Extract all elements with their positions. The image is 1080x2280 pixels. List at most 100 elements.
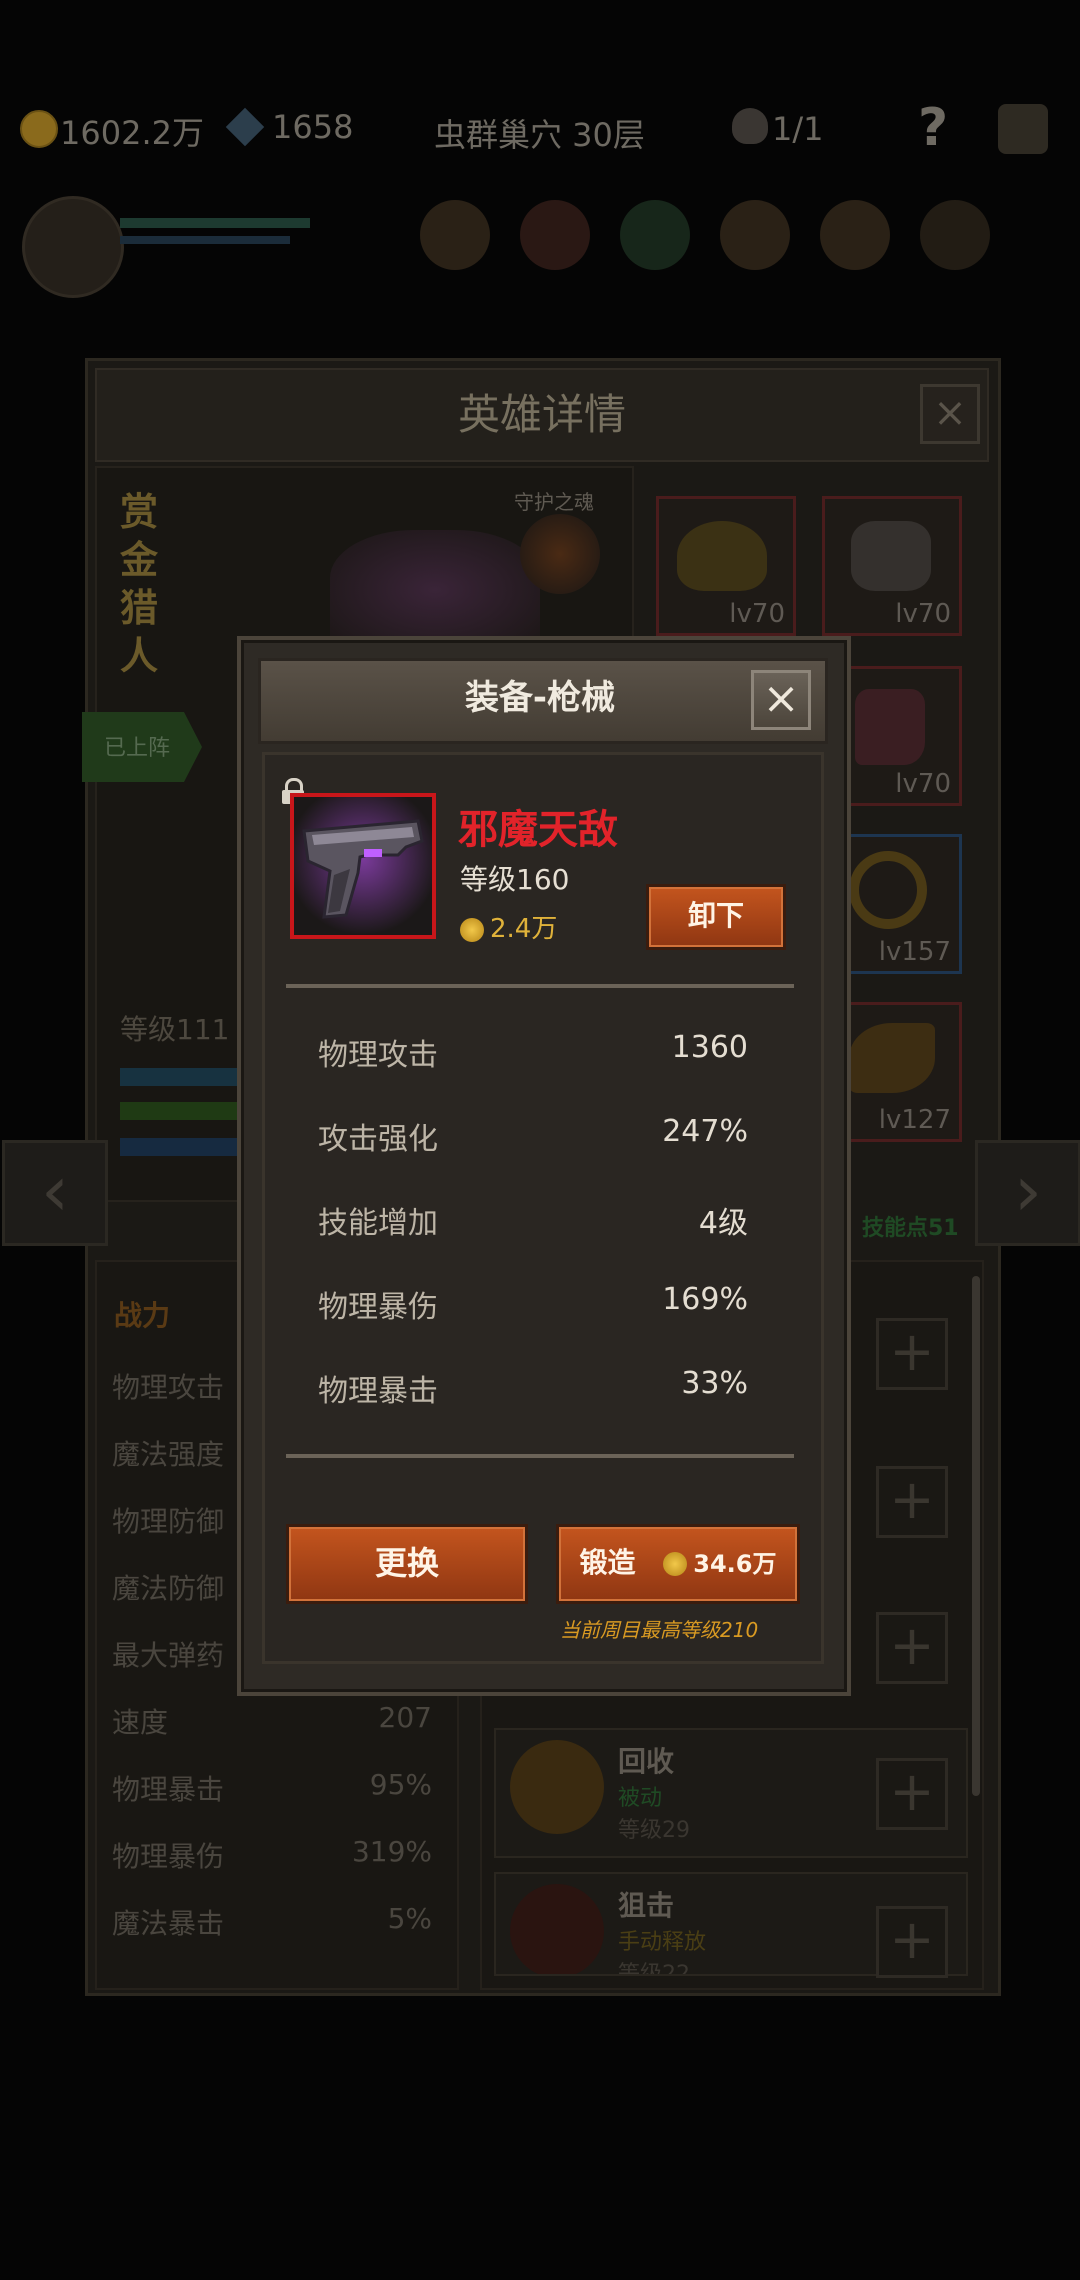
hero-hp-bar bbox=[120, 218, 310, 228]
skull-icon bbox=[732, 108, 768, 144]
hero-name-char: 赏 bbox=[120, 490, 159, 534]
stat-label: 物理暴伤 bbox=[318, 1290, 438, 1325]
stat-value: 247% bbox=[662, 1114, 748, 1149]
item-icon-frame[interactable] bbox=[290, 793, 436, 939]
help-button[interactable]: ? bbox=[918, 98, 948, 158]
forge-button[interactable]: 锻造 34.6万 bbox=[556, 1524, 800, 1604]
max-level-note: 当前周目最高等级210 bbox=[560, 1618, 759, 1642]
skill-upgrade-button[interactable]: + bbox=[876, 1466, 948, 1538]
stat-label: 物理防御 bbox=[112, 1505, 225, 1538]
hero-details-close-button[interactable]: × bbox=[920, 384, 980, 444]
ring-icon bbox=[849, 851, 927, 929]
equip-level: lv70 bbox=[895, 599, 951, 629]
hero-bar-green bbox=[120, 1102, 240, 1120]
divider bbox=[286, 1454, 794, 1458]
skill-level: 等级22 bbox=[618, 1962, 690, 1976]
stat-value: 5% bbox=[387, 1902, 432, 1935]
replace-button[interactable]: 更换 bbox=[286, 1524, 528, 1604]
skill-type: 手动释放 bbox=[618, 1930, 707, 1955]
stat-label: 物理攻击 bbox=[112, 1371, 225, 1404]
armor-icon bbox=[851, 521, 931, 591]
hero-name-char: 金 bbox=[120, 538, 159, 582]
equip-level: lv70 bbox=[729, 599, 785, 629]
skill-name: 狙击 bbox=[618, 1889, 675, 1922]
skills-scrollbar[interactable] bbox=[972, 1276, 980, 1796]
stat-label: 物理暴伤 bbox=[112, 1840, 225, 1873]
skill-name: 回收 bbox=[618, 1745, 675, 1778]
stat-row: 物理暴击 95% bbox=[112, 1768, 432, 1835]
hero-name: 赏 金 猎 人 bbox=[120, 488, 160, 680]
forge-cost: 34.6万 bbox=[693, 1550, 777, 1578]
skill-icon[interactable] bbox=[920, 200, 990, 270]
skill-icon[interactable] bbox=[620, 200, 690, 270]
pet-label: 守护之魂 bbox=[514, 490, 594, 514]
skill-upgrade-button[interactable]: + bbox=[876, 1906, 948, 1978]
boots-icon bbox=[855, 689, 925, 765]
skill-points: 技能点51 bbox=[862, 1216, 959, 1241]
stat-value: 33% bbox=[681, 1366, 748, 1401]
stat-row: 速度 207 bbox=[112, 1701, 432, 1768]
hero-name-char: 人 bbox=[120, 634, 159, 678]
equip-level: lv70 bbox=[895, 769, 951, 799]
skill-icon[interactable] bbox=[420, 200, 490, 270]
stat-value: 4级 bbox=[698, 1206, 748, 1241]
hero-avatar[interactable] bbox=[22, 196, 124, 298]
equip-slot-armor[interactable]: lv70 bbox=[822, 496, 962, 636]
gem-amount: 1658 bbox=[272, 108, 354, 146]
deployed-badge: 已上阵 bbox=[82, 712, 202, 782]
crosshair-icon bbox=[510, 1884, 604, 1974]
item-level: 等级160 bbox=[460, 863, 570, 896]
skill-upgrade-button[interactable]: + bbox=[876, 1612, 948, 1684]
item-name: 邪魔天敌 bbox=[458, 807, 618, 853]
stat-label: 物理攻击 bbox=[318, 1038, 438, 1073]
stat-label: 速度 bbox=[112, 1706, 169, 1739]
equip-slot-helmet[interactable]: lv70 bbox=[656, 496, 796, 636]
skill-level: 等级29 bbox=[618, 1818, 690, 1843]
gold-coin-icon bbox=[20, 110, 58, 148]
gem-icon bbox=[225, 107, 265, 147]
skull-count: 1/1 bbox=[772, 110, 824, 148]
stat-label: 魔法强度 bbox=[112, 1438, 225, 1471]
skill-icon[interactable] bbox=[820, 200, 890, 270]
close-button[interactable]: × bbox=[751, 670, 811, 730]
next-hero-arrow[interactable]: › bbox=[975, 1140, 1080, 1246]
helmet-icon bbox=[677, 521, 767, 591]
hero-details-title: 英雄详情 bbox=[95, 368, 989, 462]
item-price-value: 2.4万 bbox=[490, 914, 558, 944]
gold-amount: 1602.2万 bbox=[60, 114, 204, 152]
feather-icon bbox=[849, 1023, 935, 1093]
stat-label: 攻击强化 bbox=[318, 1122, 438, 1157]
gear-icon bbox=[510, 1740, 604, 1834]
skill-icon[interactable] bbox=[720, 200, 790, 270]
stat-value: 169% bbox=[662, 1282, 748, 1317]
top-resource-bar: 1602.2万 1658 虫群巢穴 30层 1/1 ? bbox=[0, 90, 1080, 170]
deployed-badge-label: 已上阵 bbox=[104, 736, 171, 761]
skill-icon[interactable] bbox=[520, 200, 590, 270]
forge-label: 锻造 bbox=[579, 1546, 636, 1579]
hero-bar-blue bbox=[120, 1068, 240, 1086]
skill-icon-row bbox=[420, 200, 1020, 280]
unequip-button[interactable]: 卸下 bbox=[646, 884, 786, 950]
stage-name[interactable]: 虫群巢穴 30层 bbox=[434, 110, 645, 156]
stat-row: 物理暴伤 319% bbox=[112, 1835, 432, 1902]
divider bbox=[286, 984, 794, 988]
hero-bar-dark-blue bbox=[120, 1138, 240, 1156]
stat-label: 魔法暴击 bbox=[112, 1907, 225, 1940]
stat-value: 95% bbox=[369, 1768, 432, 1801]
stat-label: 魔法防御 bbox=[112, 1572, 225, 1605]
menu-icon[interactable] bbox=[998, 104, 1048, 154]
pet-icon[interactable] bbox=[520, 514, 600, 594]
coin-icon bbox=[663, 1552, 688, 1576]
skill-type: 被动 bbox=[618, 1786, 663, 1811]
prev-hero-arrow[interactable]: ‹ bbox=[2, 1140, 108, 1246]
coin-icon bbox=[460, 917, 484, 942]
stat-value: 1360 bbox=[671, 1030, 748, 1065]
hero-name-char: 猎 bbox=[120, 586, 159, 630]
item-price: 2.4万 bbox=[460, 908, 557, 945]
stat-row: 魔法暴击 5% bbox=[112, 1902, 432, 1969]
power-header: 战力 bbox=[114, 1299, 171, 1332]
skill-upgrade-button[interactable]: + bbox=[876, 1758, 948, 1830]
pistol-icon bbox=[294, 797, 432, 935]
skill-upgrade-button[interactable]: + bbox=[876, 1318, 948, 1390]
hero-level: 等级111 bbox=[120, 1013, 230, 1046]
